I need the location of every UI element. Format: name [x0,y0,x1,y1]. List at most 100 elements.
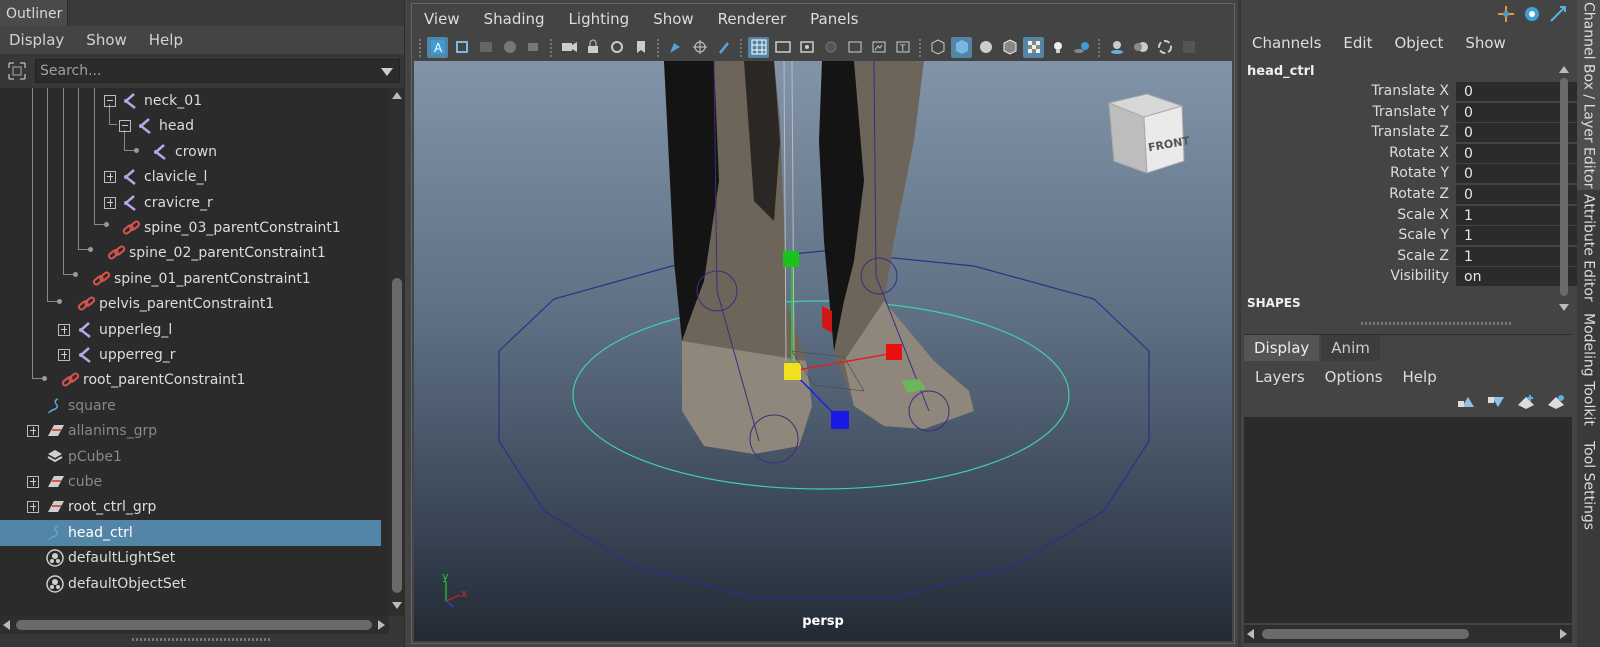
channel-attribute-row[interactable]: Rotate Y0 [1241,164,1583,185]
panel-resize-grip[interactable] [1361,322,1511,325]
shapes-header[interactable]: SHAPES [1247,296,1301,310]
channel-attribute-row[interactable]: Translate Z0 [1241,123,1583,144]
anti-aliasing-icon[interactable] [1154,37,1175,58]
new-layer-icon[interactable] [1516,393,1536,415]
camera-attributes-icon[interactable] [606,37,627,58]
scroll-up-icon[interactable] [1559,66,1569,73]
paint-brush-icon[interactable] [713,37,734,58]
outliner-item[interactable]: head [0,113,389,139]
crosshair-icon[interactable] [689,37,710,58]
chevron-down-icon[interactable] [381,68,393,76]
bookmark-flag-icon[interactable] [630,37,651,58]
film-gate-icon[interactable] [772,37,793,58]
outliner-item[interactable]: defaultLightSet [0,545,389,571]
side-tab-tool-settings[interactable]: Tool Settings [1577,436,1600,536]
transform-icon[interactable] [1496,4,1516,28]
outliner-item[interactable]: pCube1 [0,444,389,470]
channel-attribute-row[interactable]: Scale X1 [1241,205,1583,226]
x-axis-handle[interactable] [886,344,902,360]
resolution-gate-icon[interactable] [796,37,817,58]
outliner-horizontal-scrollbar[interactable] [0,616,389,634]
viewport-menu-renderer[interactable]: Renderer [718,10,786,28]
viewport-menu-view[interactable]: View [424,10,460,28]
channel-attribute-name[interactable]: Translate X [1371,83,1449,99]
channel-attribute-name[interactable]: Rotate Z [1389,186,1449,202]
channel-attribute-name[interactable]: Scale X [1397,207,1449,223]
expand-icon[interactable] [27,476,39,488]
outliner-item[interactable]: spine_02_parentConstraint1 [0,240,389,266]
channel-attribute-row[interactable]: Rotate X0 [1241,143,1583,164]
expand-icon[interactable] [104,196,116,209]
side-tab-modeling-toolkit[interactable]: Modeling Toolkit [1577,306,1600,432]
grease-pencil-icon[interactable] [665,37,686,58]
bookmark-icon[interactable] [475,37,496,58]
channel-attribute-name[interactable]: Scale Z [1397,248,1449,264]
outliner-item[interactable]: head_ctrl [0,519,381,546]
outliner-item[interactable]: neck_01 [0,88,389,114]
outliner-item[interactable]: upperreg_r [0,342,389,368]
outliner-menu-help[interactable]: Help [149,31,183,49]
scrollbar-thumb[interactable] [16,620,372,630]
lock-camera-icon[interactable] [582,37,603,58]
scrollbar-thumb[interactable] [1262,629,1469,639]
expand-icon[interactable] [27,501,39,514]
viewport-menu-show[interactable]: Show [653,10,693,28]
scroll-left-icon[interactable] [3,620,10,630]
tab-display[interactable]: Display [1244,335,1320,361]
viewport-menu-shading[interactable]: Shading [484,10,545,28]
layer-list[interactable] [1244,417,1572,623]
wireframe-on-shaded-icon[interactable] [999,37,1020,58]
textured-icon[interactable] [1023,36,1044,58]
channel-box-menu-object[interactable]: Object [1394,34,1443,52]
channel-attribute-name[interactable]: Rotate X [1389,145,1449,161]
outliner-item[interactable]: crown [0,139,389,165]
scroll-down-icon[interactable] [392,602,402,609]
expand-icon[interactable] [104,171,116,184]
outliner-search-input[interactable]: Search... [35,59,400,83]
scroll-left-icon[interactable] [1247,629,1254,639]
channel-attribute-name[interactable]: Scale Y [1398,227,1449,243]
lights-icon[interactable] [1047,37,1068,58]
isolate-select-icon[interactable] [1178,37,1199,58]
image-plane-icon[interactable] [499,37,520,58]
scroll-right-icon[interactable] [378,620,385,630]
pick-walk-icon[interactable] [1548,4,1568,28]
ambient-occlusion-icon[interactable] [1106,37,1127,58]
channel-box-menu-edit[interactable]: Edit [1343,34,1372,52]
outliner-item[interactable]: pelvis_parentConstraint1 [0,291,389,317]
outliner-item[interactable]: allanims_grp [0,418,389,444]
field-chart-icon[interactable] [844,37,865,58]
channel-attribute-row[interactable]: Visibility on [1241,267,1583,288]
2d-pan-icon[interactable] [523,37,544,58]
collapse-icon[interactable] [119,120,131,133]
motion-blur-icon[interactable] [1130,37,1151,58]
panel-resize-grip[interactable] [132,638,272,641]
sync-icon[interactable] [1522,4,1542,28]
channel-box-scrollbar[interactable] [1556,64,1572,314]
expand-icon[interactable] [27,425,39,438]
outliner-vertical-scrollbar[interactable] [389,88,405,616]
viewport-menu-lighting[interactable]: Lighting [569,10,630,28]
expand-icon[interactable] [58,349,70,361]
frame-icon[interactable] [451,37,472,58]
y-axis-handle[interactable] [783,251,799,267]
safe-action-icon[interactable] [868,37,889,58]
root-control-curve[interactable] [498,250,1150,599]
scroll-up-icon[interactable] [392,92,402,99]
shadows-icon[interactable] [1071,37,1092,58]
outliner-item[interactable]: spine_01_parentConstraint1 [0,266,389,292]
camera-icon[interactable] [558,37,579,58]
outliner-tab[interactable]: Outliner [0,0,68,26]
outliner-item[interactable]: square [0,393,389,419]
channel-attribute-row[interactable]: Scale Y1 [1241,226,1583,247]
grid-icon[interactable] [748,36,769,58]
wireframe-icon[interactable] [927,37,948,58]
outliner-item[interactable]: cube [0,469,389,495]
channel-attribute-row[interactable]: Translate X0 [1241,82,1583,102]
main-control-curve[interactable] [572,300,1070,490]
channel-box-menu-channels[interactable]: Channels [1252,34,1321,52]
outliner-item[interactable]: upperleg_l [0,317,389,343]
channel-attribute-name[interactable]: Visibility [1390,268,1449,284]
safe-title-icon[interactable]: T [892,37,913,58]
channel-attribute-row[interactable]: Rotate Z0 [1241,185,1583,205]
